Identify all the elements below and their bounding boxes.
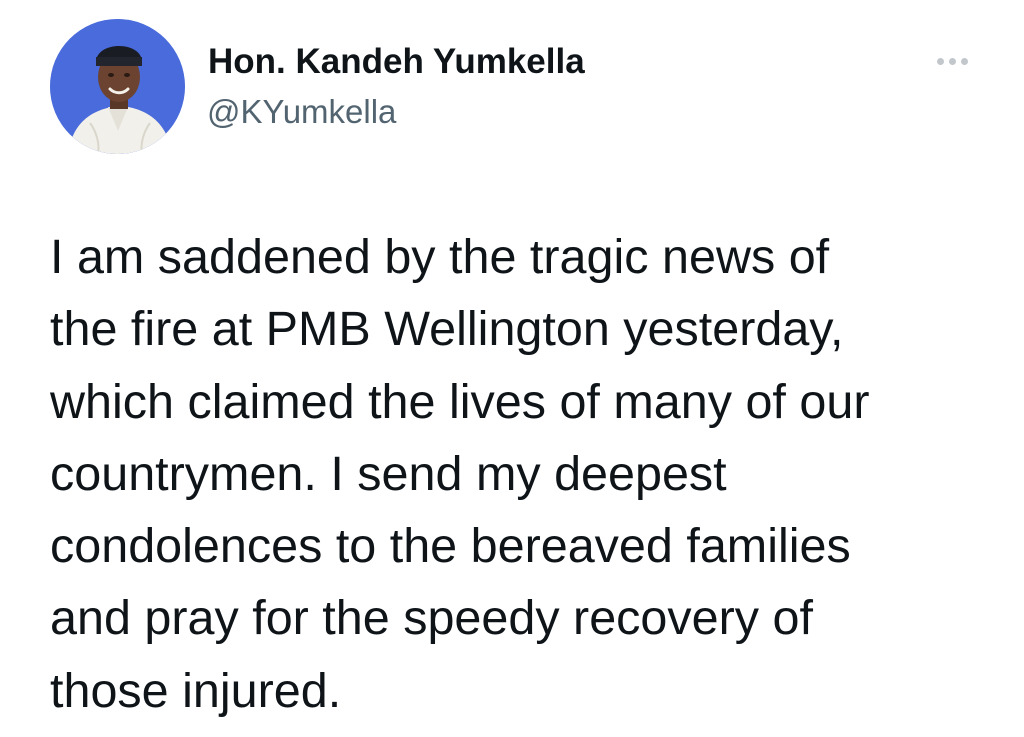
tweet-text: I am saddened by the tragic news of the …	[50, 221, 1010, 727]
author-handle[interactable]: @KYumkella	[207, 93, 396, 131]
more-dot	[960, 57, 968, 65]
tweet-text-line: and pray for the speedy recovery of	[50, 591, 813, 646]
author-avatar[interactable]	[50, 19, 185, 154]
tweet-text-line: I am saddened by the tragic news of	[50, 230, 830, 284]
tweet-text-line: condolences to the bereaved families	[50, 519, 851, 574]
tweet-text-line: the fire at PMB Wellington yesterday,	[50, 302, 844, 357]
author-name[interactable]: Hon. Kandeh Yumkella	[208, 42, 585, 82]
profile-photo-icon	[50, 19, 185, 154]
tweet-card: Hon. Kandeh Yumkella @KYumkella I am sad…	[0, 0, 1024, 737]
more-dot	[948, 57, 956, 65]
tweet-text-line: which claimed the lives of many of our	[50, 374, 870, 429]
tweet-text-line: those injured.	[50, 663, 342, 718]
tweet-text-line: countrymen. I send my deepest	[50, 446, 727, 501]
more-dot	[936, 57, 944, 65]
more-options-icon[interactable]	[928, 46, 976, 76]
